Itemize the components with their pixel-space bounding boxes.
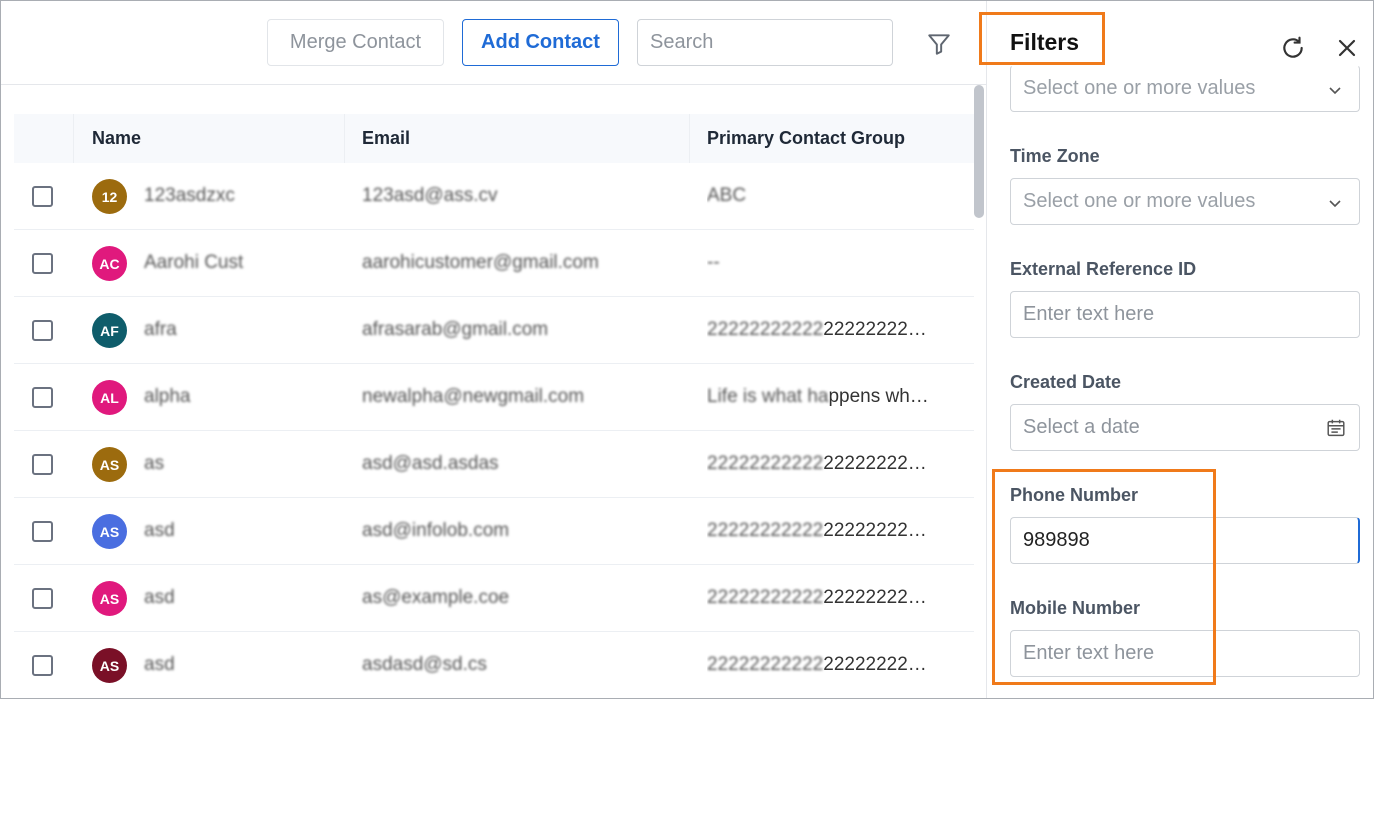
contact-email: asd@infolob.com — [362, 520, 510, 541]
row-checkbox[interactable] — [32, 655, 53, 676]
table-row[interactable]: AS asd asd@infolob.com 2222222222222222222… — [14, 498, 974, 565]
created-date-label: Created Date — [1010, 372, 1122, 392]
avatar: AS — [92, 581, 127, 616]
group-text-blurred: 22222222222 — [707, 319, 824, 340]
filter-icon[interactable] — [926, 31, 952, 57]
contact-primary-group: 2222222222222222222… — [707, 654, 947, 676]
avatar: AC — [92, 246, 127, 281]
contact-name[interactable]: 123asdzxc — [144, 185, 334, 207]
contact-name[interactable]: Aarohi Cust — [144, 252, 334, 274]
column-header-name[interactable]: Name — [92, 128, 141, 149]
external-reference-id-label: External Reference ID — [1010, 259, 1197, 279]
contact-primary-group: 2222222222222222222… — [707, 319, 947, 341]
contact-primary-group: -- — [707, 252, 947, 274]
column-header-email[interactable]: Email — [362, 128, 410, 149]
contact-email: 123asd@ass.cv — [362, 185, 498, 206]
group-text-clear: ppens wh… — [828, 386, 929, 407]
table-row[interactable]: AF afra afrasarab@gmail.com 222222222222222… — [14, 297, 974, 364]
table-body: 12 123asdzxc 123asd@ass.cv ABC AC Aarohi Cust… — [14, 163, 974, 698]
top-filter-select[interactable]: Select one or more values — [1010, 65, 1360, 112]
avatar: AS — [92, 514, 127, 549]
contact-name[interactable]: asd — [144, 587, 334, 609]
contact-primary-group: Life is what happens wh… — [707, 386, 947, 408]
group-text-blurred: 22222222222 — [707, 453, 824, 474]
group-text-clear: 22222222… — [823, 587, 927, 608]
contact-primary-group: 2222222222222222222… — [707, 453, 947, 475]
contact-email: afrasarab@gmail.com — [362, 319, 549, 340]
time-zone-placeholder: Select one or more values — [1023, 190, 1256, 212]
time-zone-select[interactable]: Select one or more values — [1010, 178, 1360, 225]
group-text-clear: 22222222… — [823, 654, 927, 675]
contacts-window: Merge Contact Add Contact Name Email Pri… — [0, 0, 1374, 699]
group-text-blurred: 22222222222 — [707, 587, 824, 608]
contact-email: as@example.coe — [362, 587, 510, 608]
group-text-blurred: -- — [707, 252, 720, 273]
contacts-table: Name Email Primary Contact Group 12 123as… — [14, 114, 974, 698]
group-text-blurred: Life is what ha — [707, 386, 829, 407]
contact-name[interactable]: as — [144, 453, 334, 475]
group-text-clear: 22222222… — [823, 453, 927, 474]
column-separator — [689, 114, 690, 163]
contact-email: aarohicustomer@gmail.com — [362, 252, 599, 273]
group-text-blurred: 22222222222 — [707, 520, 824, 541]
created-date-placeholder: Select a date — [1023, 416, 1140, 438]
column-header-primary-contact-group[interactable]: Primary Contact Group — [707, 128, 905, 149]
contact-name[interactable]: afra — [144, 319, 334, 341]
contact-primary-group: ABC — [707, 185, 947, 207]
table-row[interactable]: AS as asd@asd.asdas 2222222222222222222… — [14, 431, 974, 498]
created-date-picker[interactable]: Select a date — [1010, 404, 1360, 451]
avatar: AS — [92, 648, 127, 683]
avatar: AL — [92, 380, 127, 415]
row-checkbox[interactable] — [32, 387, 53, 408]
calendar-icon[interactable] — [1325, 417, 1347, 439]
refresh-icon[interactable] — [1280, 35, 1306, 61]
avatar: AF — [92, 313, 127, 348]
merge-contact-button[interactable]: Merge Contact — [267, 19, 444, 66]
row-checkbox[interactable] — [32, 253, 53, 274]
contacts-main: Merge Contact Add Contact Name Email Pri… — [1, 1, 986, 698]
table-row[interactable]: AC Aarohi Cust aarohicustomer@gmail.com -- — [14, 230, 974, 297]
avatar: AS — [92, 447, 127, 482]
row-checkbox[interactable] — [32, 588, 53, 609]
highlight-box-phone-mobile — [992, 469, 1216, 685]
table-row[interactable]: AS asd as@example.coe 2222222222222222222… — [14, 565, 974, 632]
top-filter-select-placeholder: Select one or more values — [1023, 77, 1256, 99]
filters-title: Filters — [1010, 29, 1080, 55]
toolbar: Merge Contact Add Contact — [1, 1, 986, 85]
group-text-clear: 22222222… — [823, 319, 927, 340]
close-icon[interactable] — [1335, 36, 1359, 60]
search-input[interactable] — [637, 19, 893, 66]
contact-primary-group: 2222222222222222222… — [707, 520, 947, 542]
column-separator — [73, 114, 74, 163]
table-row[interactable]: 12 123asdzxc 123asd@ass.cv ABC — [14, 163, 974, 230]
table-row[interactable]: AL alpha newalpha@newgmail.com Life is what… — [14, 364, 974, 431]
table-header: Name Email Primary Contact Group — [14, 114, 974, 163]
chevron-down-icon — [1329, 200, 1341, 208]
group-text-blurred: 22222222222 — [707, 654, 824, 675]
row-checkbox[interactable] — [32, 521, 53, 542]
avatar: 12 — [92, 179, 127, 214]
row-checkbox[interactable] — [32, 320, 53, 341]
contact-name[interactable]: asd — [144, 520, 334, 542]
contact-email: newalpha@newgmail.com — [362, 386, 585, 407]
add-contact-button[interactable]: Add Contact — [462, 19, 619, 66]
chevron-down-icon — [1329, 87, 1341, 95]
contact-name[interactable]: alpha — [144, 386, 334, 408]
row-checkbox[interactable] — [32, 454, 53, 475]
contact-primary-group: 2222222222222222222… — [707, 587, 947, 609]
filters-panel: Filters Select one or more values Time Z… — [979, 1, 1373, 698]
contact-email: asdasd@sd.cs — [362, 654, 487, 675]
column-separator — [344, 114, 345, 163]
external-reference-id-input[interactable] — [1010, 291, 1360, 338]
time-zone-label: Time Zone — [1010, 146, 1100, 166]
group-text-blurred: ABC — [707, 185, 747, 206]
scrollbar-thumb[interactable] — [974, 85, 984, 218]
row-checkbox[interactable] — [32, 186, 53, 207]
contact-email: asd@asd.asdas — [362, 453, 499, 474]
contact-name[interactable]: asd — [144, 654, 334, 676]
group-text-clear: 22222222… — [823, 520, 927, 541]
table-row[interactable]: AS asd asdasd@sd.cs 2222222222222222222… — [14, 632, 974, 698]
